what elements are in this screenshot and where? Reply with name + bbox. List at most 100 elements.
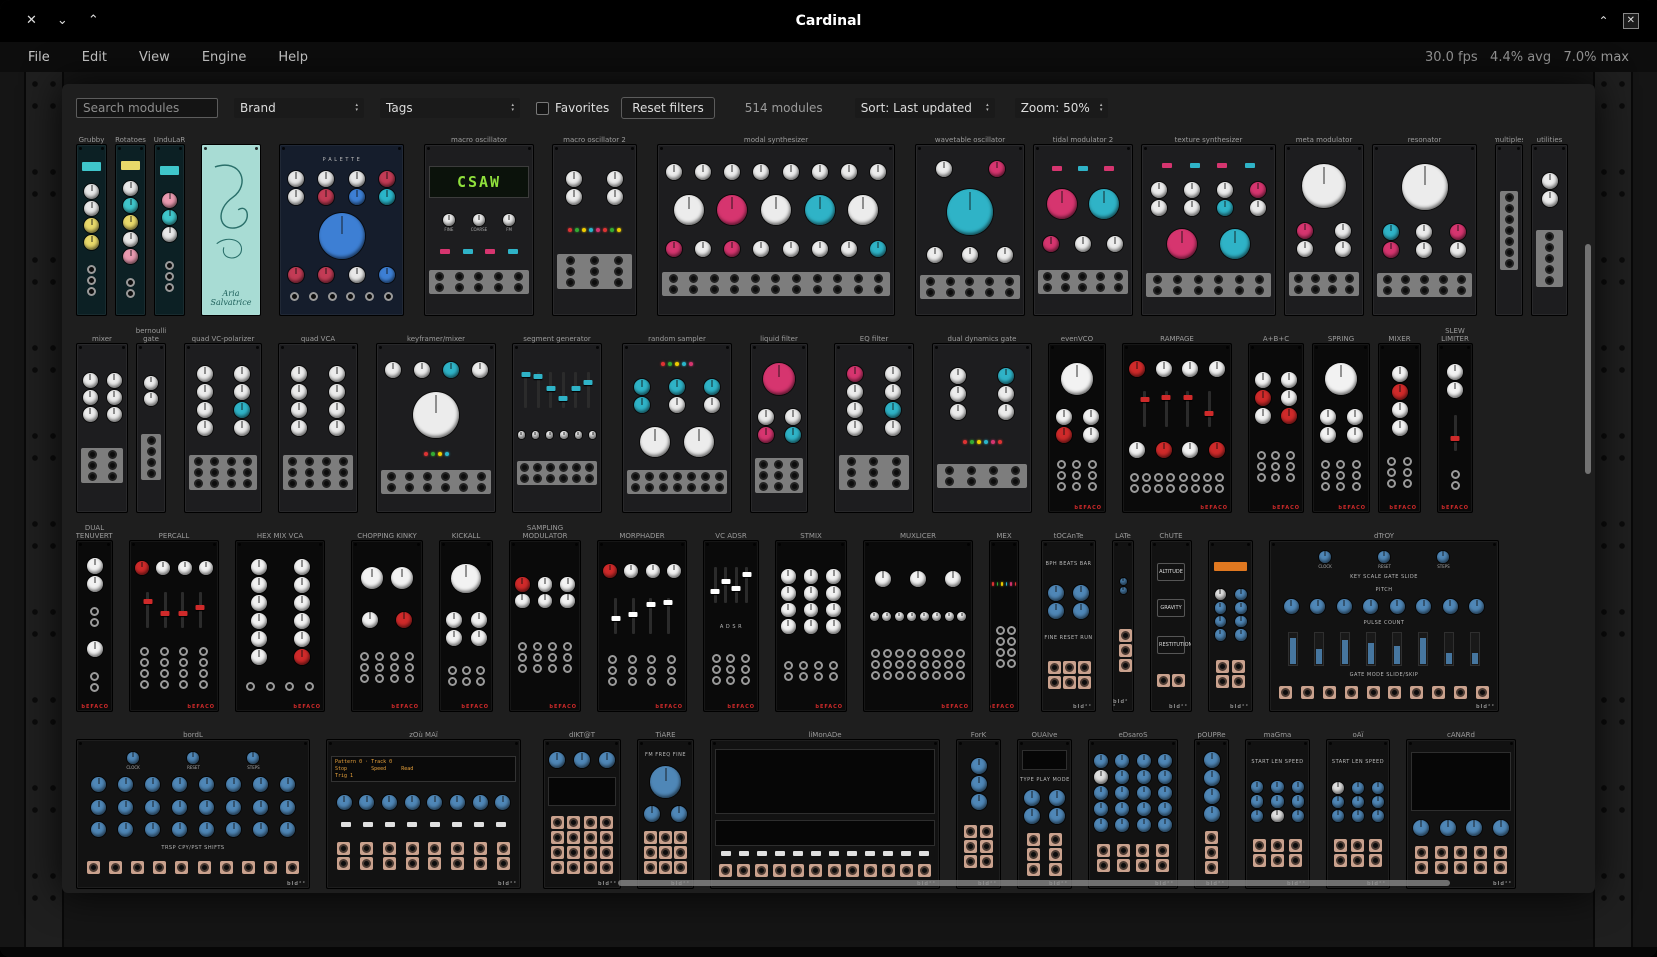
menu-item-edit[interactable]: Edit xyxy=(82,50,107,65)
jack-pad xyxy=(405,663,414,672)
zoom-select[interactable]: Zoom: 50% ▴▾ xyxy=(1015,98,1109,118)
module-tiare[interactable]: TiAREFM FREQ FINEbId°° xyxy=(637,723,694,889)
module-mixer[interactable]: MIXERbEFACO xyxy=(1378,327,1421,513)
jack-pad xyxy=(1119,659,1132,672)
checkbox-icon[interactable] xyxy=(536,102,549,115)
favorites-toggle[interactable]: Favorites xyxy=(536,101,609,115)
module-quad-vca[interactable]: quad VCA xyxy=(278,327,358,513)
jack-port xyxy=(305,682,314,691)
module-chopping-kinky[interactable]: CHOPPING KINKYbEFACO xyxy=(351,524,423,712)
module-blank[interactable]: P A L E T T E xyxy=(279,128,404,316)
module-bordl[interactable]: bordLCLOCKRESETSTEPSTRSP CPY/PST SHIFTSb… xyxy=(76,723,310,889)
jack-pad xyxy=(1179,484,1188,493)
module-undular[interactable]: UnduLaR xyxy=(154,128,185,316)
module-multiples[interactable]: multiples xyxy=(1495,128,1523,316)
knob xyxy=(1156,442,1172,458)
jack-pad xyxy=(194,457,203,466)
module-liquid-filter[interactable]: liquid filter xyxy=(750,327,808,513)
module-modal-synthesizer[interactable]: modal synthesizer xyxy=(657,128,895,316)
knob xyxy=(1250,200,1266,216)
jack-pad xyxy=(715,483,724,492)
module-a-b-c[interactable]: A+B+CbEFACO xyxy=(1248,327,1304,513)
knob xyxy=(1255,372,1271,388)
horizontal-scrollbar[interactable] xyxy=(62,880,1595,888)
module-vc-adsr[interactable]: VC ADSRA D S RbEFACO xyxy=(703,524,759,712)
jack-port xyxy=(199,680,208,689)
module-keyframer-mixer[interactable]: keyframer/mixer xyxy=(376,327,496,513)
module-wavetable-oscillator[interactable]: wavetable oscillator xyxy=(915,128,1025,316)
module-macro-oscillator-2[interactable]: macro oscillator 2 xyxy=(552,128,637,316)
jack-port xyxy=(365,292,374,301)
module-grubby[interactable]: Grubby xyxy=(76,128,107,316)
module-spring[interactable]: SPRINGbEFACO xyxy=(1312,327,1370,513)
module-fork[interactable]: ForKbId°° xyxy=(956,723,1001,889)
jack-pad xyxy=(1294,274,1303,283)
jack-pad xyxy=(965,277,974,286)
module-dtroy[interactable]: dTrOYCLOCKRESETSTEPSKEY SCALE GATE SLIDE… xyxy=(1269,524,1499,712)
module-random-sampler[interactable]: random sampler xyxy=(622,327,732,513)
module-chute[interactable]: ChUTEALTITUDEGRAVITYRESTITUTIONbId°° xyxy=(1150,524,1192,712)
module-dual-dynamics-gate[interactable]: dual dynamics gate xyxy=(932,327,1032,513)
module-oa-[interactable]: oAïSTART LEN SPEEDbId°° xyxy=(1326,723,1390,889)
jack-pad xyxy=(1214,275,1223,284)
module-rotatoes[interactable]: Rotatoes xyxy=(115,128,146,316)
module-texture-synthesizer[interactable]: texture synthesizer xyxy=(1141,128,1276,316)
module-panel: bEFACO xyxy=(351,540,423,712)
module-rampage[interactable]: RAMPAGEbEFACO xyxy=(1122,327,1232,513)
tags-select[interactable]: Tags ▴▾ xyxy=(380,98,520,118)
module-bernoulli-gate[interactable]: bernoulli gate xyxy=(136,327,166,513)
collapse-icon[interactable]: ⌃ xyxy=(1599,14,1609,28)
module-segment-generator[interactable]: segment generator xyxy=(512,327,602,513)
close-icon[interactable]: ✕ xyxy=(26,14,37,28)
menu-item-help[interactable]: Help xyxy=(278,50,308,65)
module-percall[interactable]: PERCALLbEFACO xyxy=(129,524,219,712)
module-morphader[interactable]: MORPHADERbEFACO xyxy=(597,524,687,712)
module-hex-mix-vca[interactable]: HEX MIX VCAbEFACO xyxy=(235,524,325,712)
sort-select[interactable]: Sort: Last updated ▴▾ xyxy=(855,98,995,118)
vertical-scrollbar[interactable] xyxy=(1584,84,1592,893)
module-tidal-modulator-2[interactable]: tidal modulator 2 xyxy=(1033,128,1133,316)
horizontal-scrollbar-thumb[interactable] xyxy=(618,880,1450,886)
module-blank[interactable]: Aria Salvatrice xyxy=(201,128,261,316)
close-box-icon[interactable]: ✕ xyxy=(1623,13,1639,29)
module-dikt-t[interactable]: dIKT@TbId°° xyxy=(543,723,621,889)
module-canard[interactable]: cANARdbId°° xyxy=(1406,723,1516,889)
module-dual-attenuverter[interactable]: DUAL ATTENUVERTERbEFACO xyxy=(76,524,113,712)
module-name: tidal modulator 2 xyxy=(1033,128,1133,144)
module-mex[interactable]: MEXbEFACO xyxy=(989,524,1019,712)
menu-item-engine[interactable]: Engine xyxy=(202,50,247,65)
jack-port xyxy=(646,848,655,857)
module-tocante[interactable]: tOCAnTeBPH BEATS BARFINE RESET RUNbId°° xyxy=(1041,524,1096,712)
module-ouaive[interactable]: OUAIveTYPE PLAY MODEbId°° xyxy=(1017,723,1072,889)
module-eq-filter[interactable]: EQ filter xyxy=(834,327,914,513)
module-limonade[interactable]: liMonADebId°° xyxy=(710,723,940,889)
module-resonator[interactable]: resonator xyxy=(1372,128,1477,316)
module-macro-oscillator[interactable]: macro oscillatorCSAWFINECOARSEFM xyxy=(424,128,534,316)
menu-item-view[interactable]: View xyxy=(139,50,170,65)
chevron-down-icon[interactable]: ⌄ xyxy=(57,14,68,28)
module-sampling-modulator[interactable]: SAMPLING MODULATORbEFACO xyxy=(509,524,581,712)
module-mixer[interactable]: mixer xyxy=(76,327,128,513)
module-late[interactable]: LATebId°° xyxy=(1112,524,1134,712)
module-slew-limiter[interactable]: SLEW LIMITERbEFACO xyxy=(1437,327,1473,513)
brand-select[interactable]: Brand ▴▾ xyxy=(234,98,364,118)
slider-cap xyxy=(721,579,730,584)
module-quad-vc-polarizer[interactable]: quad VC-polarizer xyxy=(184,327,262,513)
module-meta-modulator[interactable]: meta modulator xyxy=(1284,128,1364,316)
module-stmix[interactable]: STMIXbEFACO xyxy=(775,524,847,712)
module-magma[interactable]: maGmaSTART LEN SPEEDbId°° xyxy=(1245,723,1310,889)
module-kickall[interactable]: KICKALLbEFACO xyxy=(439,524,493,712)
search-input[interactable] xyxy=(76,98,218,118)
chevron-up-icon[interactable]: ⌃ xyxy=(88,14,99,28)
module-poupre[interactable]: pOUPRebId°° xyxy=(1194,723,1229,889)
module-edsaros[interactable]: eDsaroSbId°° xyxy=(1088,723,1178,889)
module-zo-ma-[interactable]: zOù MAïPattern 0 · Track 0Stop Speed Rea… xyxy=(326,723,521,889)
jack-port xyxy=(833,285,842,294)
module-blank[interactable]: bId°° xyxy=(1208,524,1253,712)
menu-item-file[interactable]: File xyxy=(28,50,50,65)
reset-filters-button[interactable]: Reset filters xyxy=(621,97,715,119)
module-evenvco[interactable]: evenVCObEFACO xyxy=(1048,327,1106,513)
module-muxlicer[interactable]: MUXLICERbEFACO xyxy=(863,524,973,712)
module-utilities[interactable]: utilities xyxy=(1531,128,1568,316)
vertical-scrollbar-thumb[interactable] xyxy=(1585,244,1591,474)
